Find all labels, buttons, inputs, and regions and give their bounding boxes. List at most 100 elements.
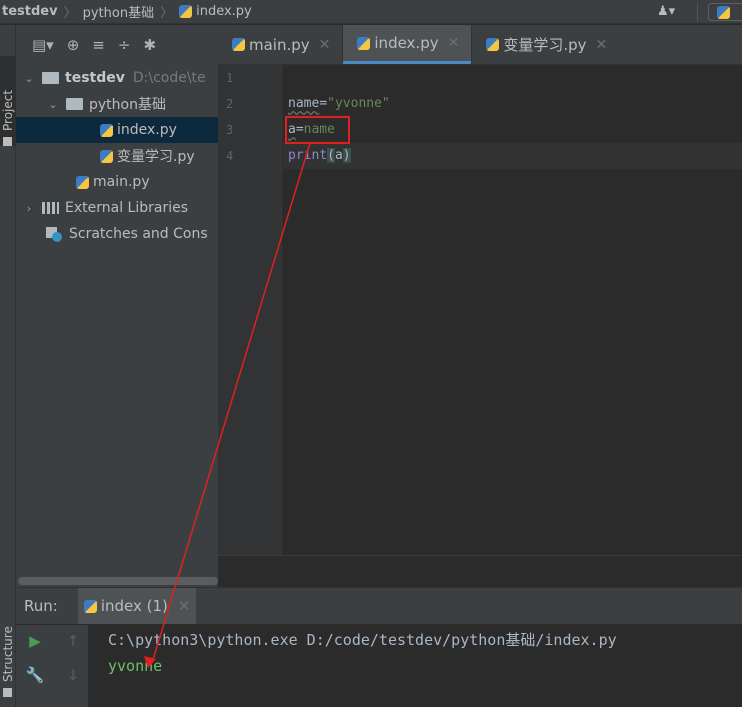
breadcrumb-separator: 〉 bbox=[63, 6, 77, 21]
python-file-icon bbox=[100, 123, 113, 137]
python-file-icon bbox=[76, 175, 89, 189]
tab-label: main.py bbox=[249, 35, 310, 54]
navbar-right-tools: ♟▾ bbox=[657, 0, 742, 24]
locate-icon[interactable]: ⊕ bbox=[67, 36, 80, 54]
breadcrumb-separator: 〉 bbox=[160, 6, 174, 21]
chevron-down-icon[interactable]: ⌄ bbox=[22, 72, 36, 85]
folder-icon bbox=[66, 98, 83, 110]
line-number: 3 bbox=[226, 123, 234, 137]
tab-index-py[interactable]: index.py ✕ bbox=[343, 25, 472, 64]
tree-item-main-py[interactable]: main.py bbox=[16, 169, 218, 195]
breadcrumb-file[interactable]: index.py bbox=[196, 4, 252, 19]
run-tool-window: Run: index (1) ✕ ▶ ↑ 🔧 ↓ C:\python3\pyth… bbox=[16, 587, 742, 707]
code-token: "yvonne" bbox=[327, 96, 390, 111]
tree-scratches-label: Scratches and Cons bbox=[69, 226, 208, 242]
code-token: ) bbox=[342, 148, 351, 163]
tab-main-py[interactable]: main.py ✕ bbox=[218, 25, 342, 64]
code-token: name bbox=[303, 122, 335, 137]
code-line-4[interactable]: print(a) bbox=[288, 143, 351, 169]
tree-external-label: External Libraries bbox=[65, 200, 188, 216]
project-tab-icon bbox=[3, 137, 13, 146]
code-token: = bbox=[319, 96, 328, 111]
toolbar-divider bbox=[697, 3, 698, 21]
tree-root-path: D:\code\te bbox=[132, 70, 206, 86]
close-icon[interactable]: ✕ bbox=[319, 37, 331, 53]
tree-item-root[interactable]: ⌄ testdev D:\code\te bbox=[16, 65, 218, 91]
run-tab-index[interactable]: index (1) ✕ bbox=[77, 588, 197, 624]
close-icon[interactable]: ✕ bbox=[178, 597, 191, 615]
project-tool-window-tab[interactable]: Project bbox=[0, 56, 16, 146]
tree-item-folder[interactable]: ⌄ python基础 bbox=[16, 91, 218, 117]
code-token: a bbox=[334, 148, 343, 163]
user-account-icon[interactable]: ♟▾ bbox=[657, 4, 683, 20]
tree-item-scratches[interactable]: Scratches and Cons bbox=[16, 221, 218, 247]
rerun-icon[interactable]: ▶ bbox=[25, 631, 45, 651]
code-token: print bbox=[288, 148, 328, 163]
code-editor[interactable]: name="yvonne" a=name print(a) bbox=[283, 65, 742, 555]
chevron-right-icon[interactable]: › bbox=[22, 202, 36, 215]
project-panel: ▤▾ ⊕ ≡ ÷ ✱ ⌄ testdev D:\code\te ⌄ python… bbox=[16, 25, 218, 587]
python-file-icon bbox=[232, 38, 245, 51]
project-tab-label: Project bbox=[1, 89, 15, 131]
project-toolbar: ▤▾ ⊕ ≡ ÷ ✱ bbox=[16, 25, 218, 65]
navigation-bar: testdev 〉 python基础 〉 index.py ♟▾ bbox=[0, 0, 742, 24]
line-number-gutter[interactable]: 1 2 3 4 bbox=[218, 65, 282, 555]
line-number: 2 bbox=[226, 97, 234, 111]
line-number: 1 bbox=[226, 71, 234, 85]
run-configuration-selector[interactable] bbox=[708, 3, 742, 21]
python-file-icon bbox=[486, 38, 500, 51]
code-token: ( bbox=[327, 148, 335, 163]
tab-bianliang-py[interactable]: 变量学习.py ✕ bbox=[472, 25, 619, 64]
run-label: Run: bbox=[24, 597, 58, 615]
code-line-3[interactable]: a=name bbox=[288, 117, 335, 143]
run-toolbar: ▶ ↑ 🔧 ↓ bbox=[16, 625, 88, 707]
expand-all-icon[interactable]: ≡ bbox=[92, 36, 105, 54]
structure-tab-icon bbox=[3, 688, 13, 697]
tree-root-label: testdev bbox=[65, 70, 125, 86]
python-file-icon bbox=[357, 36, 371, 50]
wrench-icon[interactable]: 🔧 bbox=[25, 665, 45, 685]
code-line-2[interactable]: name="yvonne" bbox=[288, 91, 390, 117]
run-tab-label: index (1) bbox=[100, 597, 168, 615]
folder-icon bbox=[42, 72, 59, 84]
console-output-line: yvonne bbox=[108, 657, 163, 675]
scroll-up-icon[interactable]: ↑ bbox=[63, 631, 83, 651]
code-token: = bbox=[295, 122, 304, 137]
tree-folder-label: python基础 bbox=[89, 97, 166, 113]
structure-tool-window-tab[interactable]: Structure bbox=[0, 607, 16, 697]
tree-item-external-libraries[interactable]: › External Libraries bbox=[16, 195, 218, 221]
tree-file-label: index.py bbox=[117, 122, 177, 138]
tree-item-bianliang-py[interactable]: 变量学习.py bbox=[16, 143, 218, 169]
python-file-icon bbox=[717, 5, 730, 19]
tree-file-label: main.py bbox=[93, 174, 150, 190]
line-number: 4 bbox=[226, 149, 234, 163]
python-file-icon bbox=[179, 5, 193, 18]
collapse-all-icon[interactable]: ÷ bbox=[118, 36, 131, 54]
settings-icon[interactable]: ✱ bbox=[143, 36, 156, 54]
close-icon[interactable]: ✕ bbox=[596, 37, 608, 53]
structure-tab-label: Structure bbox=[1, 626, 15, 682]
breadcrumb-project[interactable]: testdev bbox=[2, 4, 58, 19]
scratches-icon bbox=[46, 226, 63, 242]
python-file-icon bbox=[100, 149, 113, 163]
code-token: name bbox=[288, 96, 320, 111]
run-console[interactable]: C:\python3\python.exe D:/code/testdev/py… bbox=[108, 625, 742, 707]
tab-label: index.py bbox=[374, 34, 439, 52]
left-tool-strip: Project Structure bbox=[0, 25, 16, 707]
breadcrumb-folder[interactable]: python基础 bbox=[83, 2, 154, 21]
console-command-line: C:\python3\python.exe D:/code/testdev/py… bbox=[108, 631, 617, 649]
tab-label: 变量学习.py bbox=[503, 36, 587, 54]
run-header: Run: index (1) ✕ bbox=[16, 588, 742, 624]
horizontal-scrollbar[interactable] bbox=[18, 577, 218, 585]
library-icon bbox=[42, 202, 59, 214]
editor-footer bbox=[218, 555, 742, 587]
editor-tab-bar: main.py ✕ index.py ✕ 变量学习.py ✕ bbox=[218, 25, 742, 65]
project-view-icon[interactable]: ▤▾ bbox=[32, 36, 54, 54]
tree-item-index-py[interactable]: index.py bbox=[16, 117, 218, 143]
tree-file-label: 变量学习.py bbox=[117, 149, 195, 165]
current-line-highlight bbox=[283, 143, 742, 169]
close-icon[interactable]: ✕ bbox=[448, 35, 460, 51]
code-token: a bbox=[288, 122, 296, 137]
chevron-down-icon[interactable]: ⌄ bbox=[46, 98, 60, 111]
scroll-down-icon[interactable]: ↓ bbox=[63, 665, 83, 685]
